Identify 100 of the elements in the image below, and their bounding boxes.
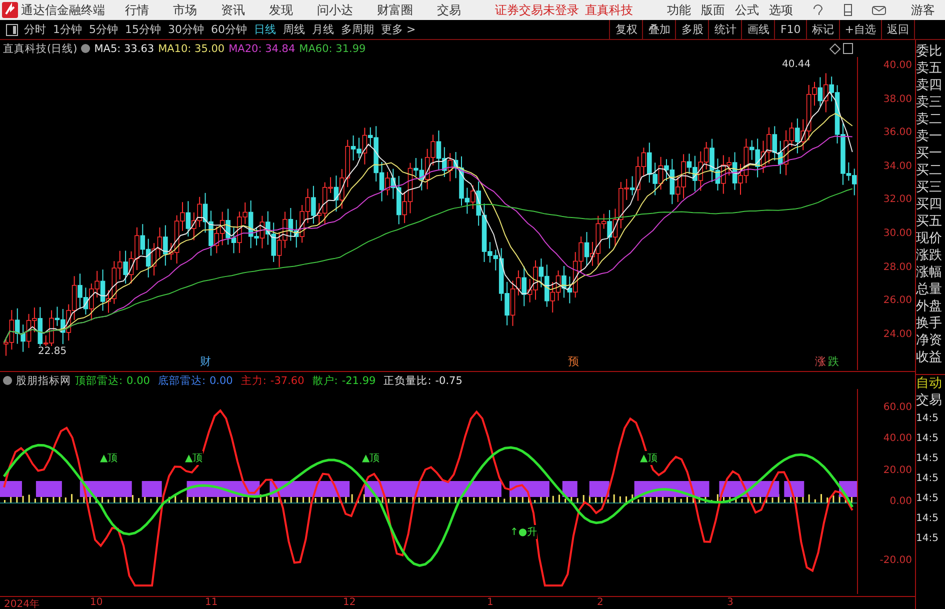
- menu-item[interactable]: 市场: [173, 2, 197, 18]
- dropdown-icon[interactable]: [3, 376, 12, 385]
- signal-label: ↑●升: [510, 525, 538, 539]
- menu-item[interactable]: 功能: [667, 2, 691, 18]
- menu-item[interactable]: 选项: [769, 2, 793, 18]
- indicator-value: -37.60: [270, 374, 304, 386]
- indicator-value: 0.00: [126, 374, 150, 386]
- quote-label: 总量: [916, 281, 943, 298]
- period-tab[interactable]: 日线: [254, 22, 276, 37]
- event-marker[interactable]: 涨: [815, 354, 826, 369]
- event-marker[interactable]: 财: [200, 354, 211, 369]
- quote-label: 换手: [916, 315, 943, 332]
- indicator-value: -21.99: [342, 374, 376, 386]
- quote-label: 卖一: [916, 128, 943, 145]
- axis-label: 3: [727, 597, 734, 608]
- mail-icon[interactable]: [871, 3, 887, 17]
- event-marker[interactable]: 预: [568, 354, 579, 369]
- quote-label: 买五: [916, 213, 943, 230]
- tool-button[interactable]: 画线: [741, 20, 774, 39]
- menu-item[interactable]: 交易: [437, 2, 461, 18]
- low-price-label: 22.85: [38, 346, 67, 357]
- quote-label: 涨跌: [916, 247, 943, 264]
- ma-value: MA5: 33.63: [94, 42, 154, 54]
- stock-link[interactable]: 直真科技: [585, 2, 633, 18]
- signal-label: ▲顶: [185, 451, 203, 465]
- quote-label: 外盘: [916, 298, 943, 315]
- period-tab[interactable]: 多周期: [341, 22, 374, 37]
- tool-button[interactable]: 多股: [675, 20, 708, 39]
- period-tab[interactable]: 30分钟: [168, 22, 204, 37]
- trade-time: 14:5: [916, 512, 940, 526]
- menu-item[interactable]: 发现: [269, 2, 293, 18]
- panel-toggle-icon[interactable]: [5, 22, 19, 36]
- period-tab[interactable]: 15分钟: [125, 22, 161, 37]
- period-tab[interactable]: 更多 >: [381, 22, 416, 37]
- tool-button[interactable]: 标记: [806, 20, 839, 39]
- panel-toggle-icon[interactable]: [843, 43, 853, 54]
- signal-label: ▲顶: [100, 451, 118, 465]
- chart-title: 直真科技(日线): [3, 42, 78, 56]
- tool-button[interactable]: 叠加: [642, 20, 676, 39]
- quote-label: 涨幅: [916, 264, 943, 281]
- menu-item[interactable]: 行情: [125, 2, 149, 18]
- axis-label: 12: [343, 597, 356, 608]
- quote-label: 净资: [916, 332, 943, 349]
- quote-label: 收益: [916, 349, 943, 366]
- period-tab[interactable]: 分时: [24, 22, 46, 37]
- axis-label: 28.00: [883, 262, 912, 273]
- period-tab[interactable]: 5分钟: [89, 22, 118, 37]
- trade-time: 14:5: [916, 472, 940, 486]
- menu-item[interactable]: 问小达: [317, 2, 353, 18]
- axis-label: 10: [90, 597, 103, 608]
- axis-label: 11: [205, 597, 218, 608]
- menu-item[interactable]: 财富圈: [377, 2, 413, 18]
- app-title: 通达信金融终端: [21, 2, 105, 18]
- user-label[interactable]: 游客: [911, 2, 935, 18]
- quote-label: 卖五: [916, 60, 943, 77]
- period-tab[interactable]: 1分钟: [53, 22, 82, 37]
- axis-label: -20.00: [880, 555, 912, 566]
- trade-time: 14:5: [916, 432, 940, 446]
- event-marker[interactable]: 跌: [828, 354, 839, 369]
- dropdown-icon[interactable]: [81, 44, 90, 53]
- axis-label: 0.00: [890, 496, 912, 507]
- tool-button[interactable]: 统计: [708, 20, 742, 39]
- axis-label: 1: [487, 597, 494, 608]
- axis-label: 24.00: [883, 328, 912, 340]
- phone-icon[interactable]: [841, 3, 855, 17]
- indicator-label: 主力:: [240, 374, 266, 388]
- axis-label: 32.00: [883, 194, 912, 206]
- side-tab[interactable]: 自动: [916, 375, 945, 392]
- menu-item[interactable]: 资讯: [221, 2, 245, 18]
- side-tab[interactable]: 交易: [916, 392, 945, 409]
- quote-label: 现价: [916, 230, 943, 247]
- tool-button[interactable]: 复权: [609, 20, 642, 39]
- ma-value: MA10: 35.00: [158, 42, 225, 54]
- trade-time: 14:5: [916, 532, 940, 546]
- quote-label: 卖四: [916, 77, 943, 94]
- axis-label: 38.00: [883, 94, 912, 105]
- axis-label: 2024年: [4, 598, 40, 609]
- indicator-label: 底部雷达:: [158, 374, 206, 388]
- axis-label: 2: [597, 597, 604, 608]
- trade-time: 14:5: [916, 452, 940, 466]
- trade-time: 14:5: [916, 492, 940, 506]
- app-logo-icon: [2, 2, 18, 18]
- axis-label: 34.00: [883, 160, 912, 172]
- axis-label: 20.00: [883, 465, 912, 476]
- signal-label: ▲顶: [640, 451, 658, 465]
- period-tab[interactable]: 周线: [283, 22, 305, 37]
- menu-item[interactable]: 版面: [701, 2, 725, 18]
- indicator-name: 股朋指标网: [16, 374, 71, 388]
- indicator-value: -0.75: [435, 374, 462, 386]
- quote-label: 买三: [916, 179, 943, 196]
- quote-label: 卖二: [916, 111, 943, 128]
- indicator-label: 正负量比:: [384, 374, 432, 388]
- menu-item[interactable]: 公式: [735, 2, 759, 18]
- tool-button[interactable]: 返回: [881, 20, 914, 39]
- login-notice[interactable]: 证券交易未登录: [495, 2, 579, 18]
- period-tab[interactable]: 月线: [312, 22, 334, 37]
- period-tab[interactable]: 60分钟: [211, 22, 247, 37]
- quote-label: 委比: [916, 43, 943, 60]
- tool-button[interactable]: F10: [774, 20, 806, 39]
- tool-button[interactable]: +自选: [838, 20, 881, 39]
